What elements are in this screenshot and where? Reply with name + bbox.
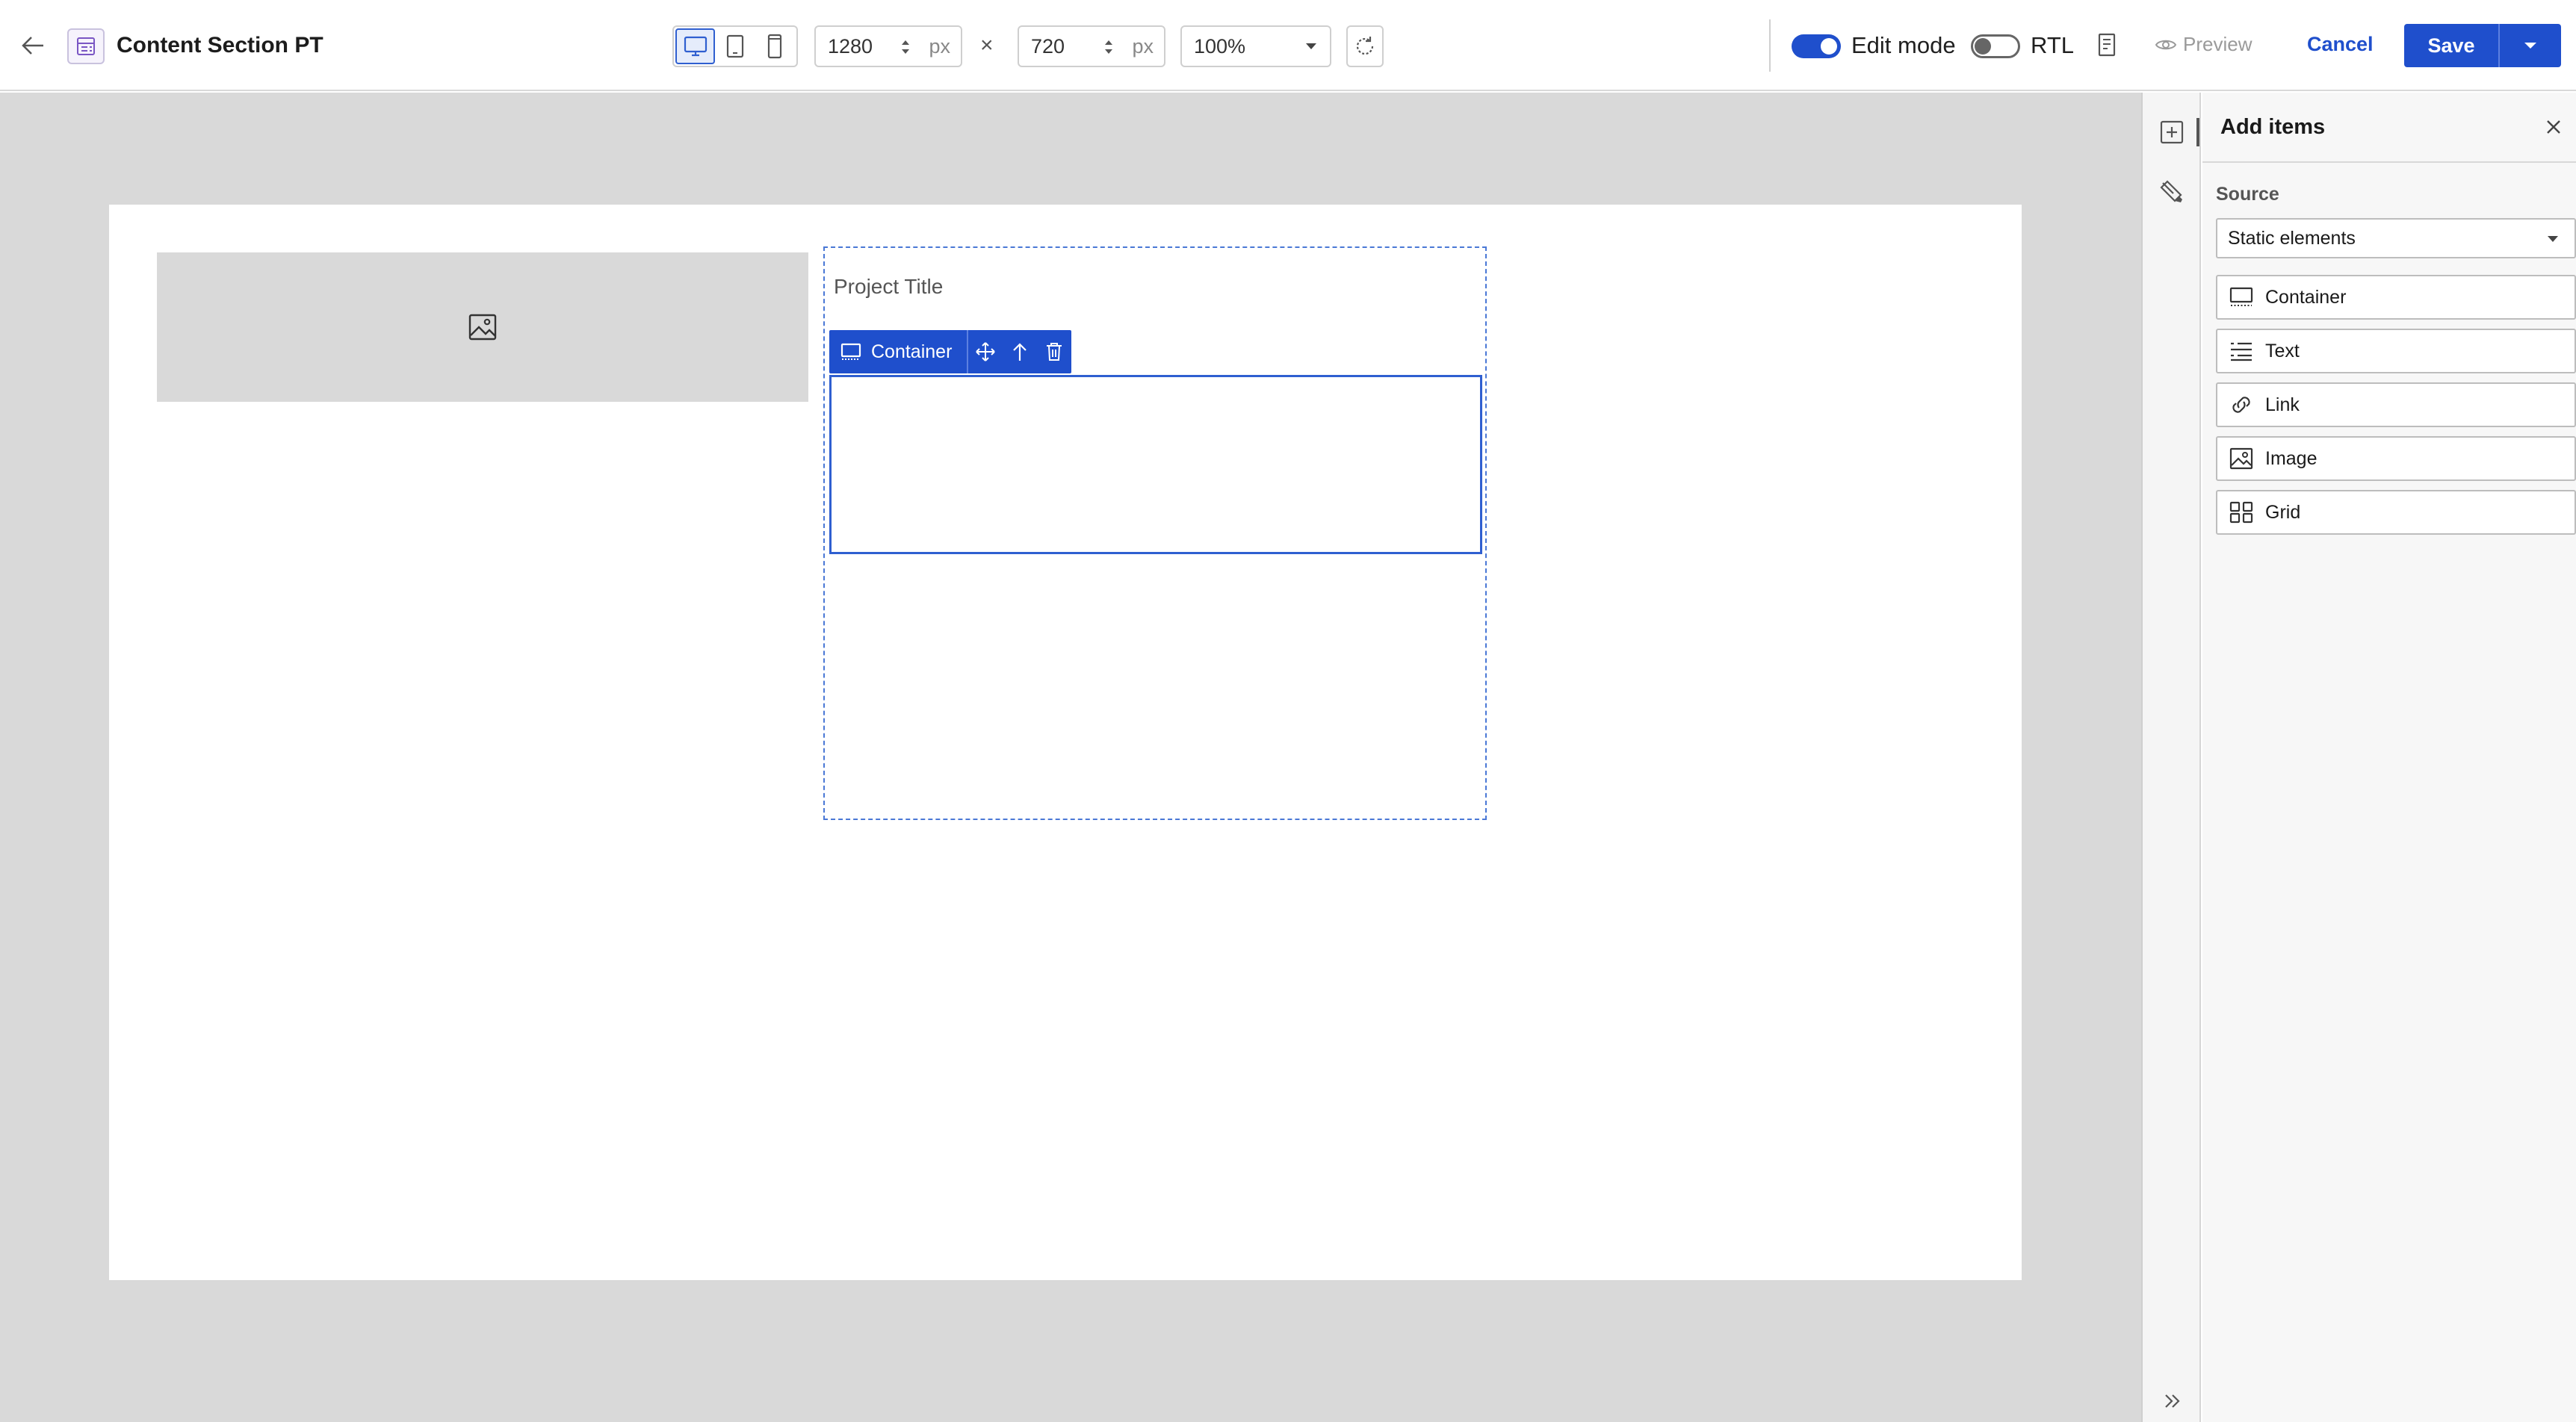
- stepper-icon: [902, 40, 909, 54]
- arrow-up-icon: [1013, 343, 1027, 361]
- panel-header: Add items: [2202, 93, 2576, 163]
- container-icon: [840, 343, 861, 360]
- caret-down-icon: [2524, 43, 2536, 49]
- content-column[interactable]: Project Title Container: [823, 246, 1487, 820]
- width-value: 1280: [828, 34, 873, 58]
- rtl-toggle[interactable]: [1971, 34, 2020, 58]
- source-label: Source: [2216, 184, 2279, 205]
- image-icon: [2229, 447, 2253, 470]
- height-input[interactable]: 720 px: [1018, 25, 1165, 67]
- width-stepper[interactable]: [900, 37, 911, 57]
- refresh-icon: [1356, 37, 1374, 55]
- link-icon: [2232, 397, 2250, 413]
- page-title: Content Section PT: [117, 33, 323, 58]
- container-icon: [2229, 287, 2253, 306]
- save-button[interactable]: Save: [2404, 24, 2500, 67]
- page-template-icon: [67, 28, 105, 64]
- page-settings-button[interactable]: [2092, 28, 2122, 63]
- tablet-view-button[interactable]: [715, 28, 755, 64]
- text-icon: [2231, 342, 2252, 361]
- plus-square-icon: [2160, 120, 2184, 144]
- preview-button[interactable]: Preview: [2155, 33, 2252, 56]
- paint-brush-icon: [2160, 180, 2182, 202]
- item-label: Link: [2265, 394, 2300, 415]
- rtl-label: RTL: [2031, 32, 2075, 58]
- tablet-icon: [726, 34, 744, 58]
- width-unit: px: [929, 34, 950, 58]
- times-symbol: ×: [980, 33, 994, 58]
- close-icon: [2547, 120, 2560, 134]
- element-type-name: Container: [871, 341, 953, 362]
- document-icon: [2098, 33, 2116, 57]
- save-button-group: Save: [2404, 24, 2561, 67]
- source-select[interactable]: Static elements: [2216, 218, 2576, 258]
- trash-icon: [1047, 343, 1062, 361]
- eye-icon: [2155, 40, 2177, 49]
- add-grid-item[interactable]: Grid: [2216, 490, 2576, 535]
- side-rail: [2141, 93, 2201, 1422]
- source-value: Static elements: [2228, 227, 2356, 249]
- select-parent-button[interactable]: [1003, 330, 1037, 373]
- delete-button[interactable]: [1037, 330, 1071, 373]
- add-container-item[interactable]: Container: [2216, 275, 2576, 320]
- style-tab[interactable]: [2153, 173, 2190, 211]
- image-placeholder[interactable]: [157, 252, 808, 402]
- grid-icon: [2229, 501, 2253, 524]
- edit-mode-label: Edit mode: [1851, 32, 1956, 58]
- item-label: Text: [2265, 340, 2300, 361]
- item-label: Image: [2265, 447, 2318, 469]
- cancel-button[interactable]: Cancel: [2307, 33, 2374, 56]
- move-button[interactable]: [968, 330, 1003, 373]
- height-unit: px: [1132, 34, 1154, 58]
- item-label: Grid: [2265, 501, 2301, 523]
- add-text-item[interactable]: Text: [2216, 329, 2576, 373]
- add-image-item[interactable]: Image: [2216, 436, 2576, 481]
- height-stepper[interactable]: [1103, 37, 1115, 57]
- device-switcher: [672, 25, 798, 67]
- project-title-text[interactable]: Project Title: [834, 275, 943, 299]
- arrow-left-icon: [22, 37, 43, 55]
- toolbar-divider: [1769, 19, 1771, 72]
- element-toolbar: Container: [829, 330, 1072, 373]
- panel-title: Add items: [2220, 115, 2326, 139]
- add-items-tab[interactable]: [2153, 114, 2190, 151]
- preview-label: Preview: [2183, 33, 2253, 55]
- image-icon: [468, 314, 497, 341]
- add-link-item[interactable]: Link: [2216, 382, 2576, 427]
- desktop-icon: [684, 36, 707, 57]
- stepper-icon: [1105, 40, 1112, 54]
- move-icon: [976, 342, 996, 361]
- back-button[interactable]: [13, 28, 52, 63]
- close-panel-button[interactable]: [2539, 112, 2569, 142]
- mobile-view-button[interactable]: [755, 28, 795, 64]
- active-tab-indicator: [2196, 118, 2199, 146]
- mobile-icon: [768, 34, 782, 59]
- item-label: Container: [2265, 286, 2347, 308]
- width-input[interactable]: 1280 px: [814, 25, 962, 67]
- save-options-button[interactable]: [2500, 24, 2561, 67]
- page-frame: Project Title Container: [109, 205, 2022, 1280]
- caret-down-icon: [2548, 236, 2558, 242]
- zoom-select[interactable]: 100%: [1180, 25, 1331, 67]
- edit-mode-toggle[interactable]: [1792, 34, 1841, 58]
- editor-canvas: Project Title Container: [0, 93, 2141, 1422]
- caret-down-icon: [1306, 43, 1316, 49]
- chevrons-right-icon: [2165, 1394, 2180, 1408]
- top-toolbar: Content Section PT 1280 px × 720 px 100%: [0, 0, 2576, 91]
- add-items-panel: Add items Source Static elements Contain…: [2202, 93, 2576, 1422]
- collapse-panel-button[interactable]: [2159, 1388, 2186, 1415]
- element-type-label[interactable]: Container: [829, 330, 969, 373]
- reset-button[interactable]: [1346, 25, 1384, 67]
- desktop-view-button[interactable]: [675, 28, 716, 64]
- zoom-value: 100%: [1194, 34, 1246, 58]
- height-value: 720: [1031, 34, 1065, 58]
- selected-container[interactable]: [829, 375, 1482, 554]
